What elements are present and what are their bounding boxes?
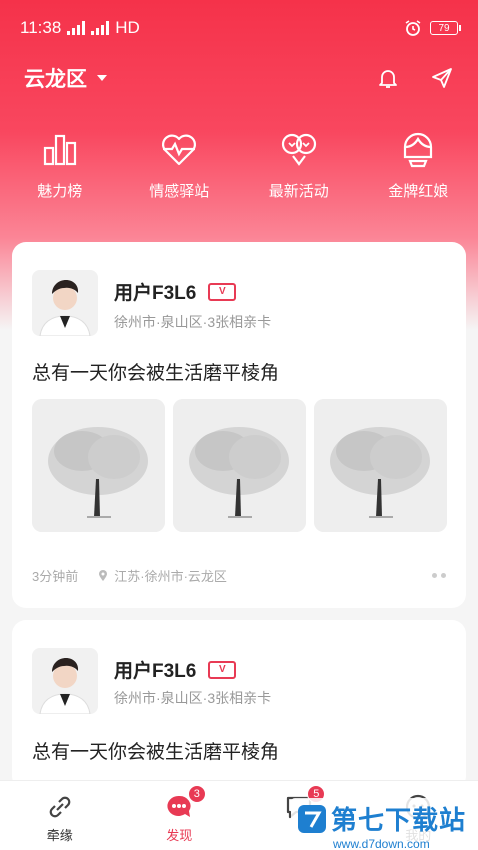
status-bar: 11:38 HD 79 (0, 0, 478, 56)
caret-down-icon (97, 75, 107, 81)
watermark-brand: 第七下载站 (330, 805, 466, 835)
bell-icon[interactable] (376, 66, 400, 90)
post-photo[interactable] (173, 399, 306, 532)
tab-label: 发现 (166, 828, 193, 843)
post-footer: 3分钟前 江苏·徐州市·云龙区 (32, 566, 446, 585)
post-card[interactable]: 用户F3L6 V 徐州市·泉山区·3张相亲卡 总有一天你会被生活磨平棱角 (12, 620, 466, 790)
post-location: 江苏·徐州市·云龙区 (98, 566, 227, 585)
user-meta: 徐州市·泉山区·3张相亲卡 (114, 690, 272, 706)
quick-action-label: 最新活动 (268, 183, 329, 200)
district-selector[interactable]: 云龙区 (24, 63, 107, 93)
more-icon[interactable] (432, 573, 446, 578)
quick-action-label: 金牌红娘 (388, 183, 449, 200)
quick-action-gold-matchmaker[interactable]: 金牌红娘 (359, 130, 478, 220)
battery-level: 79 (438, 22, 450, 34)
watermark-logo-icon (297, 804, 326, 833)
battery-icon: 79 (430, 21, 461, 35)
photo-grid (32, 399, 447, 532)
avatar[interactable] (32, 648, 98, 714)
signal-icon-2 (91, 21, 110, 35)
username[interactable]: 用户F3L6 V (114, 278, 237, 305)
quick-action-label: 情感驿站 (149, 183, 210, 200)
matchmaker-icon (398, 130, 438, 170)
heartbeat-icon (159, 130, 199, 170)
user-meta: 徐州市·泉山区·3张相亲卡 (114, 314, 272, 330)
quick-action-latest-activities[interactable]: 最新活动 (239, 130, 358, 220)
post-card[interactable]: 用户F3L6 V 徐州市·泉山区·3张相亲卡 总有一天你会被生活磨平棱角 (12, 242, 466, 608)
username-text: 用户F3L6 (114, 283, 197, 304)
watermark: 第七下载站 www.d7down.com (290, 798, 472, 850)
verified-badge-icon: V (208, 660, 237, 679)
location-pin-icon (99, 570, 108, 581)
post-text: 总有一天你会被生活磨平棱角 (32, 742, 280, 763)
watermark-url: www.d7down.com (332, 837, 430, 850)
network-label: HD (115, 18, 140, 37)
alarm-icon (405, 20, 421, 36)
username[interactable]: 用户F3L6 V (114, 656, 237, 683)
post-time: 3分钟前 (32, 569, 79, 584)
bar-chart-icon (40, 130, 80, 170)
post-photo[interactable] (314, 399, 447, 532)
link-icon (49, 796, 71, 818)
quick-actions: 魅力榜 情感驿站 最新活动 金牌红娘 (0, 130, 478, 220)
avatar[interactable] (32, 270, 98, 336)
top-bar: 云龙区 (0, 58, 478, 98)
status-time: 11:38 (20, 18, 62, 37)
location-text: 江苏·徐州市·云龙区 (114, 569, 227, 584)
post-photo[interactable] (32, 399, 165, 532)
quick-action-charm-ranking[interactable]: 魅力榜 (0, 130, 119, 220)
verified-badge-icon: V (208, 282, 237, 301)
district-label: 云龙区 (24, 68, 87, 91)
tab-qianyuan[interactable]: 牵缘 (0, 781, 119, 850)
tab-discover[interactable]: 3 发现 (120, 781, 239, 850)
signal-icon (67, 21, 86, 35)
couple-heart-icon (279, 130, 319, 170)
tab-label: 牵缘 (46, 828, 73, 843)
post-text: 总有一天你会被生活磨平棱角 (32, 363, 280, 384)
username-text: 用户F3L6 (114, 661, 197, 682)
quick-action-label: 魅力榜 (37, 183, 83, 200)
send-icon[interactable] (430, 66, 454, 90)
quick-action-emotion-station[interactable]: 情感驿站 (120, 130, 239, 220)
tab-badge: 3 (187, 785, 206, 803)
